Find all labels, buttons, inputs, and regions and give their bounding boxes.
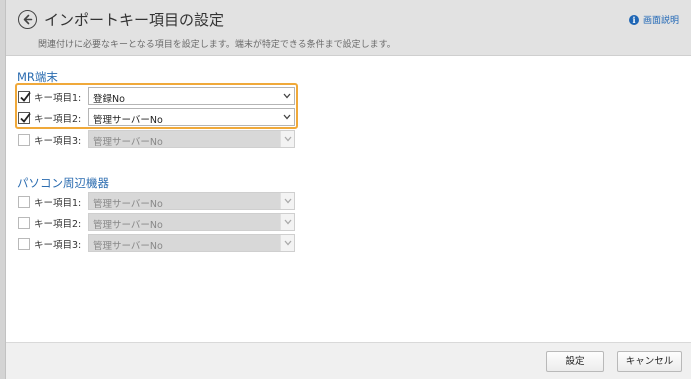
chevron-down-icon: [284, 219, 292, 225]
pc-key1-label: キー項目1:: [34, 198, 82, 209]
pc-key2-label: キー項目2:: [34, 219, 82, 230]
section-title-pc: パソコン周辺機器: [17, 176, 109, 190]
mr-key-row-2: キー項目2: 管理サーバーNo: [16, 108, 296, 127]
info-icon: i: [628, 14, 639, 25]
pc-key3-select[interactable]: 管理サーバーNo: [88, 234, 295, 252]
help-link[interactable]: i 画面説明: [628, 13, 679, 26]
mr-key2-label: キー項目2:: [34, 114, 82, 125]
mr-key2-select[interactable]: 管理サーバーNo: [88, 108, 295, 126]
pc-key2-select[interactable]: 管理サーバーNo: [88, 213, 295, 231]
pc-key-row-1: キー項目1: 管理サーバーNo: [16, 192, 296, 211]
mr-key1-select[interactable]: 登録No: [88, 87, 295, 105]
pc-key-row-2: キー項目2: 管理サーバーNo: [16, 213, 296, 232]
main-content: MR端末 キー項目1: 登録No キー項目2: 管理サーバーNo キー項目3: …: [6, 56, 691, 342]
page-title: インポートキー項目の設定: [44, 11, 225, 29]
mr-key1-value: 登録No: [93, 94, 125, 105]
pc-key3-checkbox[interactable]: [18, 238, 30, 250]
section-title-mr: MR端末: [17, 70, 58, 84]
mr-key3-checkbox[interactable]: [18, 134, 30, 146]
pc-key1-checkbox[interactable]: [18, 196, 30, 208]
footer-bar: 設定 キャンセル: [6, 342, 691, 379]
pc-key1-value: 管理サーバーNo: [93, 199, 163, 210]
mr-key3-select[interactable]: 管理サーバーNo: [88, 130, 295, 148]
pc-key3-value: 管理サーバーNo: [93, 241, 163, 252]
mr-key3-label: キー項目3:: [34, 136, 82, 147]
checkmark-icon: [20, 91, 31, 102]
chevron-down-icon: [284, 136, 292, 142]
pc-key-row-3: キー項目3: 管理サーバーNo: [16, 234, 296, 253]
mr-key1-checkbox[interactable]: [18, 91, 31, 103]
help-label: 画面説明: [642, 16, 679, 26]
page-subtitle: 関連付けに必要なキーとなる項目を設定します。端末が特定できる条件まで設定します。: [38, 40, 396, 50]
mr-key1-label: キー項目1:: [34, 93, 82, 104]
mr-key2-checkbox[interactable]: [18, 112, 31, 124]
page-header: インポートキー項目の設定 関連付けに必要なキーとなる項目を設定します。端末が特定…: [6, 0, 691, 56]
pc-key2-value: 管理サーバーNo: [93, 220, 163, 231]
chevron-down-icon: [284, 198, 292, 204]
chevron-down-icon: [284, 240, 292, 246]
chevron-down-icon: [283, 114, 291, 120]
mr-key2-value: 管理サーバーNo: [93, 115, 163, 126]
pc-key1-select[interactable]: 管理サーバーNo: [88, 192, 295, 210]
chevron-down-icon: [283, 93, 291, 99]
mr-key-row-1: キー項目1: 登録No: [16, 87, 296, 106]
mr-key3-value: 管理サーバーNo: [93, 137, 163, 148]
pc-key3-label: キー項目3:: [34, 240, 82, 251]
back-arrow-icon[interactable]: [18, 10, 37, 29]
mr-key-row-3: キー項目3: 管理サーバーNo: [16, 130, 296, 149]
pc-key2-checkbox[interactable]: [18, 217, 30, 229]
save-button[interactable]: 設定: [546, 351, 604, 372]
cancel-button[interactable]: キャンセル: [617, 351, 682, 372]
checkmark-icon: [20, 112, 31, 123]
